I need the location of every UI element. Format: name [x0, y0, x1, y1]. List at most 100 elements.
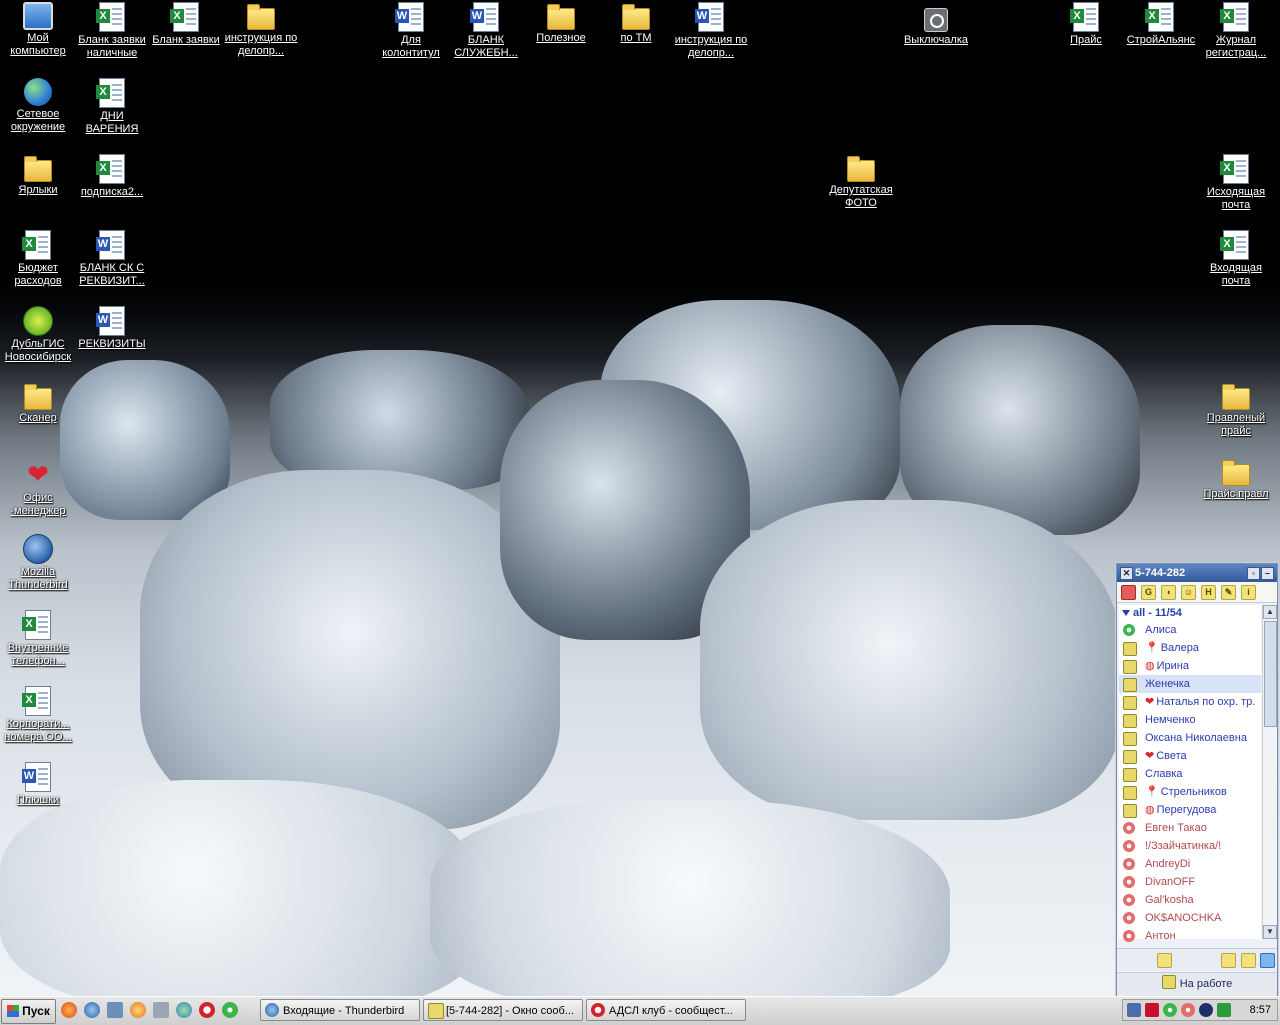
desktop-icon-shortcuts[interactable]: Ярлыки	[0, 154, 76, 197]
desktop-icon[interactable]	[107, 1002, 123, 1018]
task-icq-message[interactable]: [5-744-282] - Окно сооб...	[423, 999, 583, 1021]
desktop-icon-outgoing-mail[interactable]: X Исходящая почта	[1198, 154, 1274, 212]
folder-icon	[847, 156, 875, 182]
contact-row[interactable]: ❤ Наталья по охр. тр.	[1119, 693, 1261, 711]
word-file-icon: W	[22, 762, 51, 792]
desktop-icon-price[interactable]: X Прайс	[1048, 2, 1124, 47]
desktop-icon-requisites[interactable]: W РЕКВИЗИТЫ	[74, 306, 150, 351]
sync-tray-icon[interactable]	[1217, 1003, 1231, 1017]
globe-icon[interactable]	[176, 1002, 192, 1018]
browser-icon[interactable]	[130, 1002, 146, 1018]
antivirus-icon[interactable]	[1145, 1003, 1159, 1017]
clock[interactable]: 8:57	[1250, 1000, 1271, 1020]
contact-row[interactable]: OK$ANOCHKA	[1119, 909, 1261, 927]
desktop-icon-budget[interactable]: X Бюджет расходов	[0, 230, 76, 288]
icq-icon[interactable]	[222, 1002, 238, 1018]
desktop-icon-stroyalyans[interactable]: X СтройАльянс	[1123, 2, 1199, 47]
contact-group-header[interactable]: all - 11/54	[1119, 605, 1261, 621]
contact-row[interactable]: ◍ Перегудова	[1119, 801, 1261, 819]
network-tray-icon[interactable]	[1127, 1003, 1141, 1017]
desktop-icon-label: Сканер	[19, 412, 57, 424]
search-contact-icon[interactable]	[1241, 953, 1256, 968]
history-icon[interactable]: H	[1201, 585, 1216, 600]
opera-icon[interactable]	[199, 1002, 215, 1018]
desktop-icon-po-tm[interactable]: по ТМ	[598, 2, 674, 45]
desktop-icon-blank[interactable]: X Бланк заявки	[148, 2, 224, 47]
desktop-icon-office-manager[interactable]: ❤ Офис -менеджер	[0, 458, 76, 518]
task-thunderbird[interactable]: Входящие - Thunderbird	[260, 999, 420, 1021]
desktop-icon-kolontitul[interactable]: W Для колонтитул	[373, 2, 449, 60]
contact-row[interactable]: Славка	[1119, 765, 1261, 783]
desktop-icon-plyushki[interactable]: W Плюшки	[0, 762, 76, 807]
contact-row[interactable]: 📍 Валера	[1119, 639, 1261, 657]
desktop-icon-poleznoe[interactable]: Полезное	[523, 2, 599, 45]
desktop-icon-deputy-photo[interactable]: Депутатская ФОТО	[823, 154, 899, 210]
icq-tray-icon[interactable]	[1163, 1003, 1177, 1017]
heart-icon: ❤	[1145, 696, 1155, 708]
contact-row[interactable]: ◍ Ирина	[1119, 657, 1261, 675]
main-menu-icon[interactable]	[1157, 953, 1172, 968]
desktop-icon-my-computer[interactable]: Мой компьютер	[0, 2, 76, 58]
thunderbird-icon[interactable]	[84, 1002, 100, 1018]
contact-row[interactable]: 📍 Стрельников	[1119, 783, 1261, 801]
desktop-icon-internal-phones[interactable]: X Внутренние телефон...	[0, 610, 76, 668]
desktop-icon-blank-cash[interactable]: X Бланк заявки наличные	[74, 2, 150, 60]
desktop-icon-corporate-numbers[interactable]: X Корпорати... номера ОО...	[0, 686, 76, 744]
desktop-icon-scanner[interactable]: Сканер	[0, 382, 76, 425]
contact-row[interactable]: ❤ Света	[1119, 747, 1261, 765]
contact-row[interactable]: Алиса	[1119, 621, 1261, 639]
desktop-icon-blank-sk[interactable]: W БЛАНК СК С РЕКВИЗИТ...	[74, 230, 150, 288]
scroll-up-icon[interactable]: ▲	[1263, 605, 1277, 619]
icq-titlebar[interactable]: ✕ 5-744-282 ▫ –	[1117, 564, 1277, 582]
groups-icon[interactable]: G	[1141, 585, 1156, 600]
desktop-icon-dni-vareniya[interactable]: X ДНИ ВАРЕНИЯ	[74, 78, 150, 136]
visibility-icon[interactable]: ☺	[1181, 585, 1196, 600]
status-tray-icon[interactable]	[1181, 1003, 1195, 1017]
desktop-icon-label: Корпорати... номера ОО...	[4, 718, 72, 743]
desktop-icon-edited-price-folder[interactable]: Правленый прайс	[1198, 382, 1274, 438]
pin-icon[interactable]: ▫	[1247, 567, 1260, 580]
task-adsl-club[interactable]: АДСЛ клуб - сообщест...	[586, 999, 746, 1021]
offline-status-icon	[1123, 858, 1135, 870]
network-status-icon[interactable]	[1260, 953, 1275, 968]
desktop-icon-incoming-mail[interactable]: X Входящая почта	[1198, 230, 1274, 288]
offline-status-icon	[1123, 822, 1135, 834]
close-icon[interactable]: ✕	[1120, 567, 1133, 580]
firefox-icon[interactable]	[61, 1002, 77, 1018]
desktop-icon-podpiska[interactable]: X подписка2...	[74, 154, 150, 199]
contact-row[interactable]: DivanOFF	[1119, 873, 1261, 891]
desktop-icon-instruction-folder[interactable]: инструкция по делопр...	[223, 2, 299, 58]
contact-row[interactable]: AndreyDi	[1119, 855, 1261, 873]
scroll-thumb[interactable]	[1264, 621, 1277, 727]
status-selector[interactable]: На работе	[1117, 972, 1277, 996]
notes-icon[interactable]: i	[1241, 585, 1256, 600]
contact-row[interactable]: !/Ззайчатинка/!	[1119, 837, 1261, 855]
add-contact-icon[interactable]	[1221, 953, 1236, 968]
tools-icon[interactable]: ✎	[1221, 585, 1236, 600]
contact-list-scrollbar[interactable]: ▲ ▼	[1262, 605, 1277, 939]
contact-row[interactable]: Евген Такао	[1119, 819, 1261, 837]
start-button[interactable]: Пуск	[1, 999, 56, 1024]
work-status-icon	[1123, 678, 1137, 692]
desktop-icon-thunderbird[interactable]: Mozilla Thunderbird	[0, 534, 76, 592]
desktop-icon-instruction-doc[interactable]: W инструкция по делопр...	[673, 2, 749, 60]
scroll-down-icon[interactable]: ▼	[1263, 925, 1277, 939]
desktop-icon-price-edited[interactable]: Прайс правл	[1198, 458, 1274, 501]
contact-row[interactable]: Немченко	[1119, 711, 1261, 729]
minimize-icon[interactable]: –	[1261, 567, 1274, 580]
calculator-icon[interactable]	[153, 1002, 169, 1018]
desktop-icon-journal[interactable]: X Журнал регистрац...	[1198, 2, 1274, 60]
sound-icon[interactable]: ◖	[1161, 585, 1176, 600]
desktop-icon-shutdown[interactable]: Выключалка	[898, 2, 974, 47]
at-work-icon	[1161, 975, 1176, 989]
status-menu-icon[interactable]	[1121, 585, 1136, 600]
contact-row[interactable]: Женечка	[1119, 675, 1261, 693]
media-tray-icon[interactable]	[1199, 1003, 1213, 1017]
contact-row[interactable]: Gal'kosha	[1119, 891, 1261, 909]
contact-row[interactable]: Антон	[1119, 927, 1261, 945]
desktop-icon-dublgis[interactable]: ДубльГИС Новосибирск	[0, 306, 76, 364]
contact-row[interactable]: Оксана Николаевна	[1119, 729, 1261, 747]
desktop-icon-blank-service[interactable]: W БЛАНК СЛУЖЕБН...	[448, 2, 524, 60]
folder-icon	[247, 4, 275, 30]
desktop-icon-network[interactable]: Сетевое окружение	[0, 78, 76, 134]
